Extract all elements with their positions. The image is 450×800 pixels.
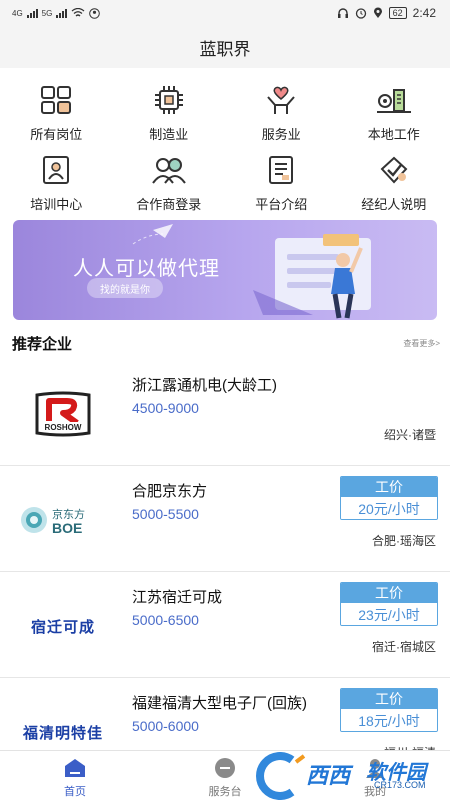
roshow-logo-text: ROSHOW [45, 423, 82, 432]
network-type-b: 5G [41, 8, 53, 18]
partners-icon [151, 154, 187, 186]
wage-box: 工价 20元/小时 [340, 476, 438, 520]
tab-label: 服务台 [208, 786, 242, 798]
category-label: 经纪人说明 [361, 197, 427, 212]
category-label: 平台介绍 [255, 197, 308, 212]
signal-icon [26, 8, 38, 18]
category-service[interactable]: 服务业 [225, 84, 338, 144]
location-building-icon [376, 84, 412, 116]
category-manufacturing[interactable]: 制造业 [113, 84, 226, 144]
company-location: 宿迁·宿城区 [372, 640, 436, 654]
watermark-logo-icon [256, 752, 306, 800]
status-bar: 4G 5G 62 2:42 [0, 0, 450, 26]
category-partner-login[interactable]: 合作商登录 [113, 154, 226, 214]
category-label: 服务业 [261, 127, 301, 142]
wage-value: 23元/小时 [341, 603, 437, 625]
category-grid: 所有岗位 制造业 服务业 本地工作 培训中心 合作商登录 平台介绍 经纪人说明 [0, 84, 450, 214]
category-label: 合作商登录 [136, 197, 202, 212]
suqian-logo-text: 宿迁可成 [30, 618, 95, 636]
category-label: 培训中心 [30, 197, 83, 212]
company-card[interactable]: 京东方 BOE 合肥京东方 5000-5500 工价 20元/小时 合肥·瑶海区 [0, 466, 450, 572]
category-label: 制造业 [149, 127, 189, 142]
page-title: 蓝职界 [199, 39, 251, 59]
location-icon [373, 7, 382, 18]
grid-icon [38, 84, 74, 116]
company-logo: ROSHOW [18, 384, 108, 444]
training-person-icon [38, 154, 74, 186]
company-name: 江苏宿迁可成 [132, 589, 223, 606]
tab-home[interactable]: 首页 [0, 751, 150, 800]
boe-en-text: BOE [52, 520, 82, 536]
wage-box: 工价 18元/小时 [340, 688, 438, 732]
company-logo: 京东方 BOE [18, 490, 108, 550]
check-tag-icon [376, 154, 412, 186]
section-title: 推荐企业 [12, 335, 73, 353]
company-name: 合肥京东方 [132, 483, 208, 500]
category-platform-intro[interactable]: 平台介绍 [225, 154, 338, 214]
wage-label: 工价 [341, 689, 437, 709]
category-agent-info[interactable]: 经纪人说明 [338, 154, 450, 214]
category-label: 所有岗位 [30, 127, 83, 142]
boe-cn-text: 京东方 [52, 507, 85, 521]
service-desk-icon [215, 758, 235, 778]
wage-value: 18元/小时 [341, 709, 437, 731]
signal-area: 4G 5G [12, 7, 101, 19]
company-logo: 宿迁可成 [18, 596, 108, 656]
signal-icon-2 [56, 8, 68, 18]
company-card[interactable]: 宿迁可成 江苏宿迁可成 5000-6500 工价 23元/小时 宿迁·宿城区 [0, 572, 450, 678]
fuqing-logo-text: 福清明特佳 [22, 724, 103, 742]
company-salary: 5000-6000 [132, 718, 199, 734]
view-more-link[interactable]: 查看更多> [403, 338, 440, 349]
company-salary: 5000-5500 [132, 506, 199, 522]
company-location: 绍兴·诸暨 [384, 428, 436, 442]
wage-box: 工价 23元/小时 [340, 582, 438, 626]
company-name: 浙江露通机电(大龄工) [132, 377, 277, 394]
category-local-jobs[interactable]: 本地工作 [338, 84, 450, 144]
company-card[interactable]: ROSHOW 浙江露通机电(大龄工) 4500-9000 绍兴·诸暨 [0, 360, 450, 466]
tab-label: 首页 [64, 786, 86, 798]
battery-icon: 62 [388, 7, 407, 19]
banner-subtitle-pill: 找的就是你 [87, 278, 163, 298]
chip-icon [151, 84, 187, 116]
network-type-a: 4G [12, 8, 23, 18]
heart-hands-icon [263, 84, 299, 116]
banner-title: 人人可以做代理 [73, 258, 220, 280]
company-name: 福建福清大型电子厂(回族) [132, 695, 307, 712]
company-salary: 5000-6500 [132, 612, 199, 628]
watermark-url: CR173.COM [374, 780, 426, 790]
status-time: 2:42 [412, 6, 436, 20]
alarm-icon [355, 8, 366, 19]
wage-label: 工价 [341, 583, 437, 603]
site-watermark: 西西 软件园 CR173.COM [250, 752, 450, 800]
wifi-icon [71, 8, 85, 17]
promo-banner[interactable]: 人人可以做代理 找的就是你 [13, 220, 437, 320]
document-icon [263, 154, 299, 186]
category-training[interactable]: 培训中心 [0, 154, 113, 214]
company-salary: 4500-9000 [132, 400, 199, 416]
status-right: 62 2:42 [337, 6, 436, 20]
account-icon [89, 7, 101, 19]
watermark-brand: 西西 [306, 763, 351, 788]
company-list: ROSHOW 浙江露通机电(大龄工) 4500-9000 绍兴·诸暨 京东方 B… [0, 360, 450, 784]
category-label: 本地工作 [367, 127, 420, 142]
wage-label: 工价 [341, 477, 437, 497]
recommended-section-header: 推荐企业 查看更多> [12, 332, 440, 354]
wage-value: 20元/小时 [341, 497, 437, 519]
category-all-jobs[interactable]: 所有岗位 [0, 84, 113, 144]
company-location: 合肥·瑶海区 [372, 534, 436, 548]
headphones-icon [337, 8, 348, 18]
home-icon [65, 759, 85, 777]
app-header: 蓝职界 [0, 26, 450, 68]
